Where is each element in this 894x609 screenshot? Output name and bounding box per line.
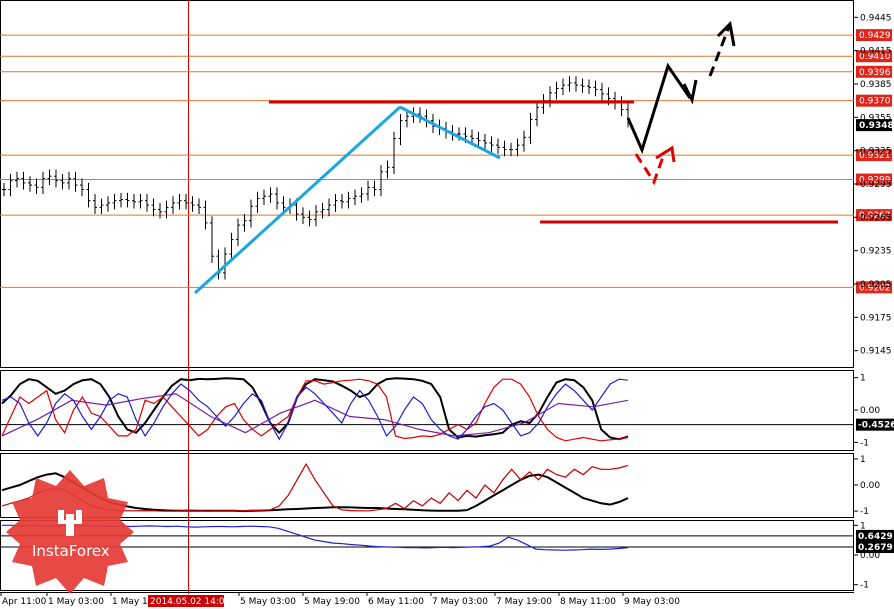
time-tick-label: 8 May 11:00 xyxy=(560,597,616,607)
main-price-axis: 0.9445 0.9415 0.9385 0.9355 0.9325 0.9295 0.92… xyxy=(854,13,892,357)
price-tick-label: 0.9205 xyxy=(860,280,892,290)
level-price-label: 0.9370 xyxy=(859,97,891,107)
time-tick-label: 7 May 03:00 xyxy=(432,597,488,607)
osc-tick-label: 0.00 xyxy=(860,406,880,416)
time-tick-label: Apr 11:00 xyxy=(2,597,47,607)
price-tick-label: 0.9235 xyxy=(860,247,892,257)
osc-level-label: -0.4526 xyxy=(858,421,894,431)
osc-tick-label: -1 xyxy=(860,581,869,591)
time-tick-label: 1 May 03:00 xyxy=(48,597,104,607)
price-tick-label: 0.9415 xyxy=(860,47,892,57)
time-tick-label: 5 May 03:00 xyxy=(240,597,296,607)
price-tick-label: 0.9295 xyxy=(860,180,892,190)
osc-tick-label: 0.00 xyxy=(860,481,880,491)
time-axis: Apr 11:00 1 May 03:00 1 May 19:00 5 May 03:… xyxy=(0,592,680,607)
logo-text: InstaForex xyxy=(32,542,110,560)
main-price-panel xyxy=(0,0,854,368)
time-highlight-label: 2014.05.02 14:00 xyxy=(150,597,231,607)
price-tick-label: 0.9145 xyxy=(860,347,892,357)
price-tick-label: 0.9325 xyxy=(860,147,892,157)
osc-tick-label: 1 xyxy=(860,374,866,384)
time-tick-label: 6 May 11:00 xyxy=(368,597,424,607)
osc-level-label: 0.6429 xyxy=(858,532,893,542)
level-price-label: 0.9396 xyxy=(859,68,891,78)
price-tick-label: 0.9265 xyxy=(860,213,892,223)
oscillator-2-panel xyxy=(0,453,854,518)
osc-level-label: 0.2679 xyxy=(858,543,893,553)
osc-tick-label: 1 xyxy=(860,521,866,531)
price-tick-label: 0.9445 xyxy=(860,13,892,23)
osc-tick-label: -1 xyxy=(860,507,869,517)
price-tick-label: 0.9175 xyxy=(860,313,892,323)
time-tick-label: 5 May 19:00 xyxy=(304,597,360,607)
price-tick-label: 0.9355 xyxy=(860,113,892,123)
price-tick-label: 0.9385 xyxy=(860,80,892,90)
forex-chart: 0.94290.94100.93960.93700.93210.92990.92… xyxy=(0,0,894,607)
level-price-label: 0.9429 xyxy=(859,31,891,41)
osc-tick-label: 1 xyxy=(860,455,866,465)
time-tick-label: 7 May 19:00 xyxy=(496,597,552,607)
osc-tick-label: -1 xyxy=(860,438,869,448)
time-tick-label: 9 May 03:00 xyxy=(624,597,680,607)
time-highlight: 2014.05.02 14:00 xyxy=(148,595,231,607)
